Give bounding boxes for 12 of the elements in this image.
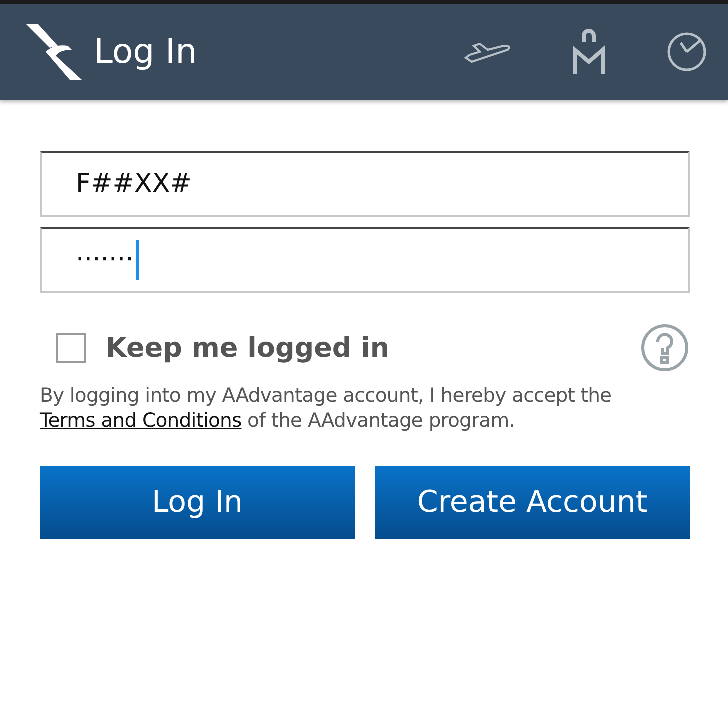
username-field[interactable]: F##XX# [40,151,690,217]
login-button[interactable]: Log In [40,466,355,539]
clock-icon[interactable] [666,31,708,73]
help-icon[interactable] [640,323,690,373]
airplane-icon[interactable] [464,40,512,64]
checkbox-label: Keep me logged in [106,332,391,364]
terms-text: By logging into my AAdvantage account, I hereby accept the Terms and Conditions of the AAdvantage program. [40,383,613,433]
create-account-button[interactable]: Create Account [375,466,690,539]
checkbox[interactable] [56,333,86,363]
password-field[interactable]: ······· [40,227,690,293]
terms-link[interactable]: Terms and Conditions [40,409,242,432]
header-title: Log In [94,32,198,72]
